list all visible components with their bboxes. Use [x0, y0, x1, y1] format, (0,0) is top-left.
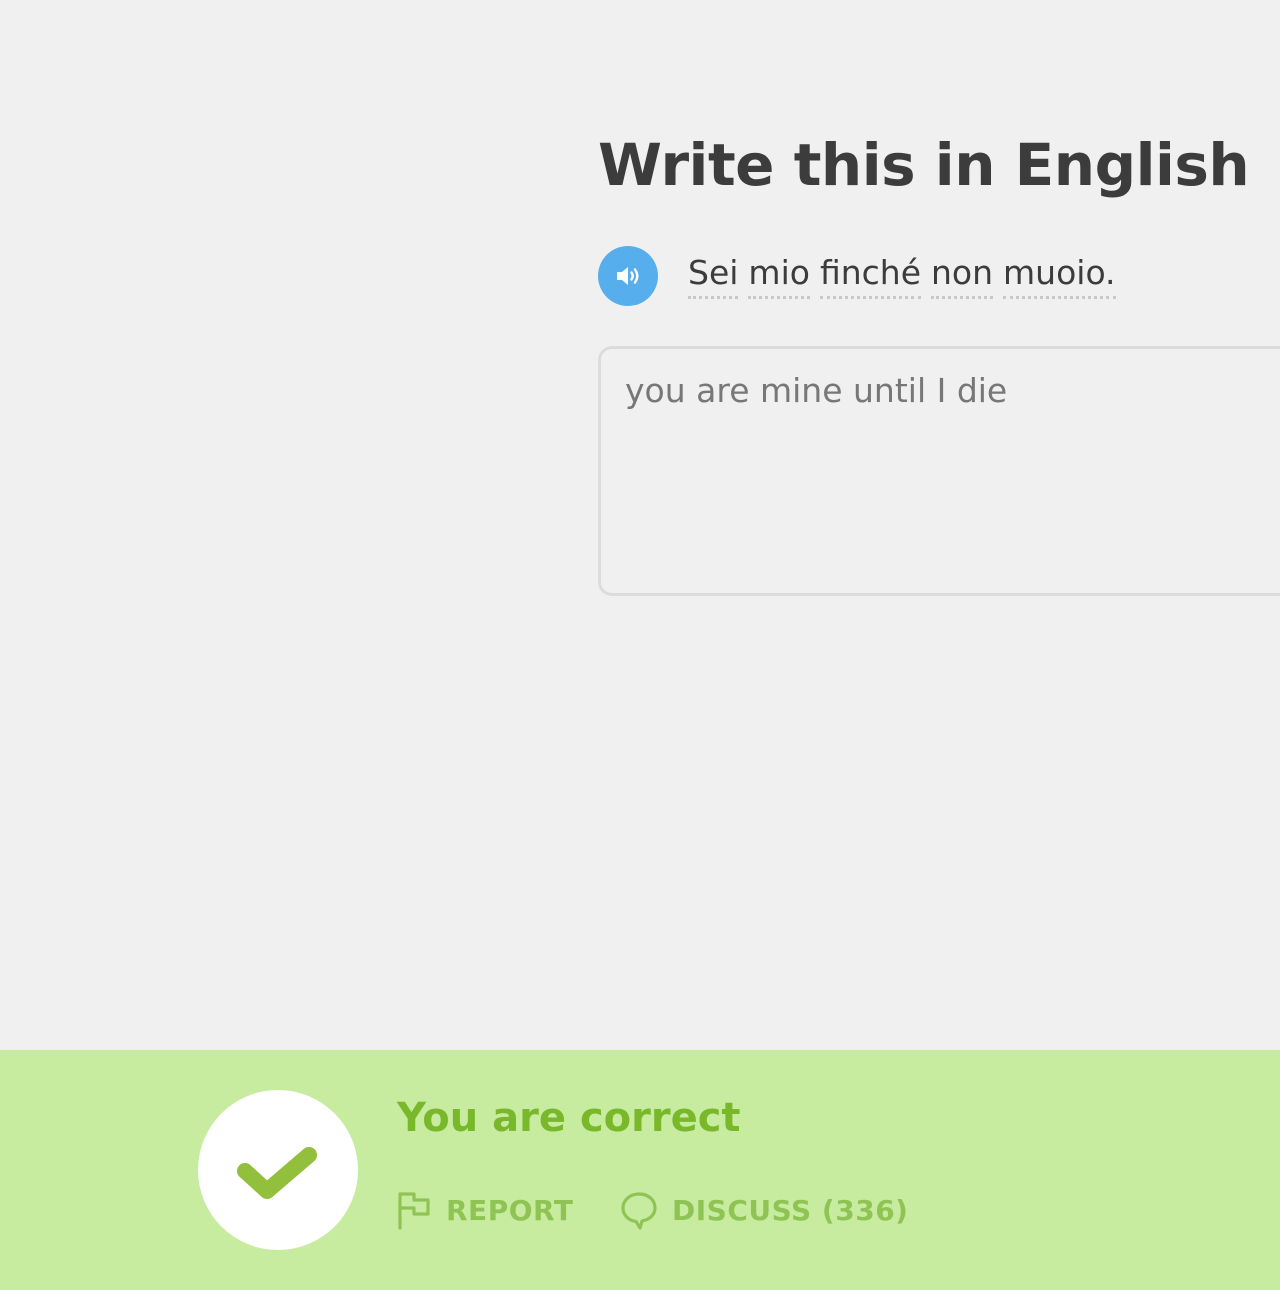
answer-textarea[interactable]: you are mine until I die [598, 346, 1280, 596]
speaker-icon [617, 267, 639, 285]
result-message: You are correct [397, 1095, 741, 1141]
lesson-page: Write this in English Sei mio finché non… [0, 0, 1280, 1290]
feedback-banner: You are correct REPORT DISCUSS (336) [0, 1050, 1280, 1290]
report-button[interactable]: REPORT [396, 1188, 573, 1232]
discuss-button[interactable]: DISCUSS (336) [620, 1188, 908, 1232]
discuss-label: DISCUSS (336) [672, 1193, 909, 1227]
play-audio-button[interactable] [598, 246, 658, 306]
report-label: REPORT [446, 1193, 574, 1227]
correct-badge [198, 1090, 358, 1250]
challenge-panel: Write this in English Sei mio finché non… [598, 120, 1280, 596]
word-token[interactable]: Sei [688, 253, 739, 299]
checkmark-icon [237, 1147, 317, 1199]
word-token[interactable]: mio [748, 253, 810, 299]
prompt-row: Sei mio finché non muoio. [598, 246, 1116, 306]
word-token[interactable]: muoio. [1003, 253, 1116, 299]
flag-icon [398, 1192, 430, 1230]
word-token[interactable]: non [931, 253, 994, 299]
challenge-title: Write this in English [598, 131, 1250, 199]
speech-bubble-icon [621, 1192, 657, 1230]
word-token[interactable]: finché [819, 253, 921, 299]
source-sentence: Sei mio finché non muoio. [688, 253, 1116, 299]
